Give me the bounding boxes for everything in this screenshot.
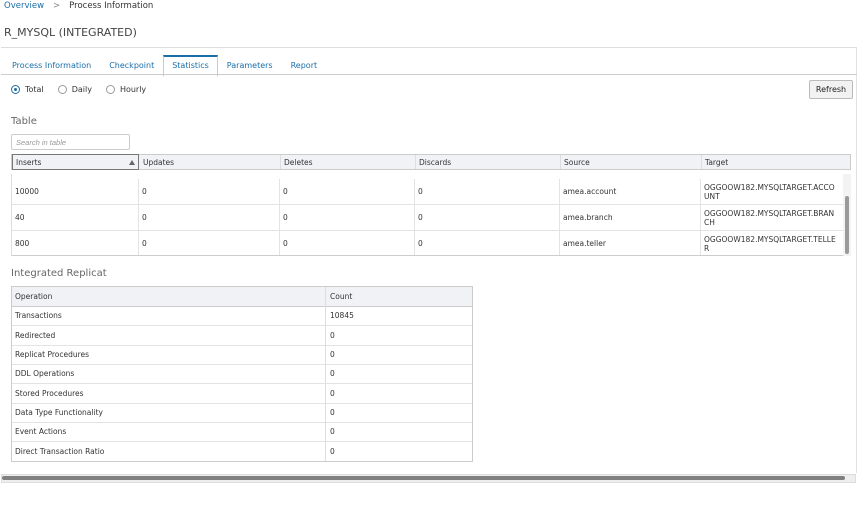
cell-count: 0	[330, 427, 335, 436]
table-row: Redirected 0	[12, 326, 472, 346]
table-row: Stored Procedures 0	[12, 384, 472, 404]
cell-updates: 0	[139, 179, 280, 204]
cell-count: 0	[330, 350, 335, 359]
radio-hourly[interactable]: Hourly	[105, 84, 147, 94]
column-header-label: Inserts	[16, 158, 42, 167]
cell-source: amea.teller	[560, 231, 701, 255]
column-header-count[interactable]: Count	[326, 287, 472, 306]
table-search-input[interactable]	[11, 134, 130, 150]
table-row: Transactions 10845	[12, 306, 472, 326]
page-title: R_MYSQL (INTEGRATED)	[4, 26, 137, 39]
column-header-deletes[interactable]: Deletes	[281, 155, 416, 169]
cell-operation: Event Actions	[12, 422, 326, 441]
breadcrumb-current: Process Information	[69, 1, 154, 11]
radio-unselected-icon[interactable]	[57, 84, 67, 94]
cell-operation: Transactions	[12, 306, 326, 325]
column-header-operation[interactable]: Operation	[12, 287, 326, 306]
cell-count: 0	[330, 369, 335, 378]
cell-deletes: 0	[280, 231, 415, 255]
cell-discards: 0	[415, 231, 560, 255]
breadcrumb-separator: >	[53, 1, 61, 11]
cell-updates: 0	[139, 205, 280, 230]
cell-count: 0	[330, 331, 335, 340]
column-header-source[interactable]: Source	[561, 155, 702, 169]
radio-daily-label: Daily	[71, 84, 92, 94]
refresh-button[interactable]: Refresh	[809, 80, 853, 99]
cell-discards: 0	[415, 205, 560, 230]
cell-operation: Data Type Functionality	[12, 403, 326, 422]
cell-inserts: 40	[12, 205, 139, 230]
cell-discards: 0	[415, 179, 560, 204]
cell-target: OGGOOW182.MYSQLTARGET.BRANCH	[704, 208, 835, 227]
radio-hourly-label: Hourly	[119, 84, 147, 94]
tab-checkpoint[interactable]: Checkpoint	[100, 55, 163, 76]
column-header-inserts[interactable]: Inserts	[12, 154, 139, 170]
table-row: Event Actions 0	[12, 422, 472, 442]
table-row: DDL Operations 0	[12, 364, 472, 384]
cell-operation: Redirected	[12, 326, 326, 345]
column-header-target[interactable]: Target	[702, 155, 850, 169]
horizontal-scrollbar-thumb[interactable]	[2, 476, 845, 480]
cell-source: amea.account	[560, 179, 701, 204]
table-body: 10000 0 0 0 amea.account OGGOOW182.MYSQL…	[11, 174, 851, 256]
cell-operation: Stored Procedures	[12, 384, 326, 403]
column-header-discards[interactable]: Discards	[416, 155, 561, 169]
cell-operation: Replicat Procedures	[12, 345, 326, 364]
breadcrumb-overview-link[interactable]: Overview	[4, 1, 44, 11]
radio-daily[interactable]: Daily	[57, 84, 92, 94]
cell-count: 10845	[330, 311, 354, 320]
cell-inserts: 800	[12, 231, 139, 255]
breadcrumb: Overview > Process Information	[4, 0, 153, 13]
radio-total-label: Total	[25, 84, 44, 94]
cell-source: amea.branch	[560, 205, 701, 230]
cell-deletes: 0	[280, 179, 415, 204]
replicat-table: Operation Count Transactions 10845 Redir…	[11, 286, 473, 462]
tab-report[interactable]: Report	[282, 55, 327, 76]
radio-unselected-icon[interactable]	[105, 84, 115, 94]
tab-parameters[interactable]: Parameters	[218, 55, 282, 76]
interval-radio-group: Total Daily Hourly	[11, 83, 160, 95]
tab-process-information[interactable]: Process Information	[3, 55, 100, 76]
table-section-title: Table	[11, 116, 37, 127]
cell-deletes: 0	[280, 205, 415, 230]
radio-total[interactable]: Total	[11, 84, 44, 94]
cell-count: 0	[330, 408, 335, 417]
table-row: Data Type Functionality 0	[12, 403, 472, 423]
cell-target: OGGOOW182.MYSQLTARGET.TELLER	[704, 234, 836, 253]
table-header-row: Inserts Updates Deletes Discards Source …	[11, 154, 851, 170]
cell-inserts: 10000	[12, 179, 139, 204]
table-row: Direct Transaction Ratio 0	[12, 442, 472, 461]
radio-selected-icon[interactable]	[11, 84, 20, 94]
replicat-section-title: Integrated Replicat	[11, 268, 107, 279]
table-scrollbar-thumb[interactable]	[845, 196, 849, 254]
table-row: Replicat Procedures 0	[12, 345, 472, 365]
table-row[interactable]: 40 0 0 0 amea.branch OGGOOW182.MYSQLTARG…	[12, 205, 845, 231]
cell-target: OGGOOW182.MYSQLTARGET.ACCOUNT	[704, 182, 835, 201]
cell-operation: Direct Transaction Ratio	[12, 442, 326, 461]
tab-divider	[1, 74, 857, 75]
table-row[interactable]: 10000 0 0 0 amea.account OGGOOW182.MYSQL…	[12, 179, 845, 205]
cell-operation: DDL Operations	[12, 364, 326, 383]
tab-bar: Process Information Checkpoint Statistic…	[3, 55, 327, 77]
cell-updates: 0	[139, 231, 280, 255]
cell-count: 0	[330, 389, 335, 398]
replicat-header-row: Operation Count	[12, 287, 472, 307]
cell-count: 0	[330, 447, 335, 456]
column-header-updates[interactable]: Updates	[140, 155, 281, 169]
sort-ascending-icon	[129, 160, 135, 165]
table-row[interactable]: 800 0 0 0 amea.teller OGGOOW182.MYSQLTAR…	[12, 231, 845, 255]
